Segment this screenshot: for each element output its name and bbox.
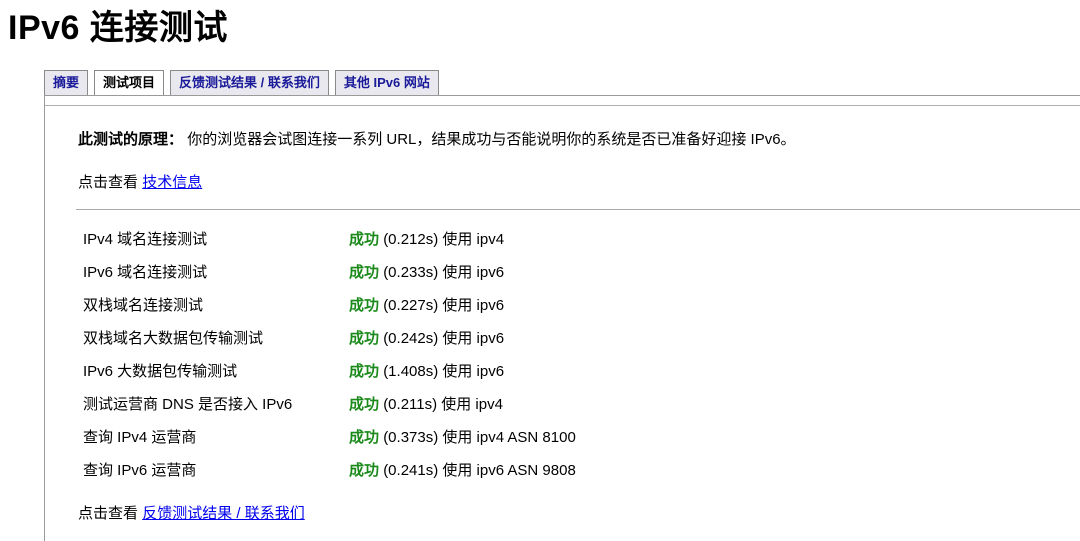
tab-summary[interactable]: 摘要: [44, 70, 89, 95]
test-name: IPv6 域名连接测试: [83, 264, 208, 281]
content-left-border: [44, 95, 45, 541]
status-success: 成功: [349, 429, 380, 446]
tab-divider-secondary: [44, 105, 1080, 106]
principle-text: 你的浏览器会试图连接一系列 URL，结果成功与否能说明你的系统是否已准备好迎接 …: [187, 131, 796, 148]
test-result: 成功 (0.373s) 使用 ipv4 ASN 8100: [349, 420, 576, 453]
table-row: 查询 IPv4 运营商 成功 (0.373s) 使用 ipv4 ASN 8100: [78, 420, 576, 453]
feedback-link[interactable]: 反馈测试结果 / 联系我们: [142, 505, 305, 522]
tab-test-items[interactable]: 测试项目: [94, 70, 165, 95]
test-name: 双栈域名连接测试: [83, 297, 204, 314]
tab-feedback[interactable]: 反馈测试结果 / 联系我们: [170, 70, 329, 95]
test-result: 成功 (1.408s) 使用 ipv6: [349, 354, 576, 387]
test-name: 双栈域名大数据包传输测试: [83, 330, 264, 347]
status-success: 成功: [349, 231, 380, 248]
page-title: IPv6 连接测试: [8, 9, 228, 47]
tech-info-line: 点击查看 技术信息: [78, 171, 202, 192]
principle-label: 此测试的原理：: [78, 131, 184, 148]
test-detail: (0.212s) 使用 ipv4: [383, 231, 505, 248]
feedback-prefix: 点击查看: [78, 505, 139, 522]
table-row: 双栈域名大数据包传输测试 成功 (0.242s) 使用 ipv6: [78, 321, 576, 354]
table-row: 查询 IPv6 运营商 成功 (0.241s) 使用 ipv6 ASN 9808: [78, 453, 576, 486]
status-success: 成功: [349, 264, 380, 281]
table-row: IPv4 域名连接测试 成功 (0.212s) 使用 ipv4: [78, 222, 576, 255]
test-detail: (0.241s) 使用 ipv6 ASN 9808: [383, 462, 576, 479]
status-success: 成功: [349, 363, 380, 380]
tech-info-prefix: 点击查看: [78, 174, 139, 191]
test-name: 查询 IPv4 运营商: [83, 429, 197, 446]
test-detail: (0.227s) 使用 ipv6: [383, 297, 505, 314]
status-success: 成功: [349, 396, 380, 413]
feedback-line: 点击查看 反馈测试结果 / 联系我们: [78, 502, 305, 523]
test-result: 成功 (0.233s) 使用 ipv6: [349, 255, 576, 288]
test-detail: (1.408s) 使用 ipv6: [383, 363, 505, 380]
test-result: 成功 (0.242s) 使用 ipv6: [349, 321, 576, 354]
test-name: IPv4 域名连接测试: [83, 231, 208, 248]
tab-bar: 摘要 测试项目 反馈测试结果 / 联系我们 其他 IPv6 网站: [44, 70, 439, 95]
test-detail: (0.233s) 使用 ipv6: [383, 264, 505, 281]
table-row: IPv6 域名连接测试 成功 (0.233s) 使用 ipv6: [78, 255, 576, 288]
table-row: IPv6 大数据包传输测试 成功 (1.408s) 使用 ipv6: [78, 354, 576, 387]
test-result: 成功 (0.212s) 使用 ipv4: [349, 222, 576, 255]
test-result: 成功 (0.241s) 使用 ipv6 ASN 9808: [349, 453, 576, 486]
test-name: IPv6 大数据包传输测试: [83, 363, 238, 380]
test-detail: (0.211s) 使用 ipv4: [383, 396, 503, 413]
test-name: 查询 IPv6 运营商: [83, 462, 197, 479]
test-name: 测试运营商 DNS 是否接入 IPv6: [83, 396, 293, 413]
test-detail: (0.242s) 使用 ipv6: [383, 330, 505, 347]
test-principle: 此测试的原理： 你的浏览器会试图连接一系列 URL，结果成功与否能说明你的系统是…: [78, 128, 796, 149]
status-success: 成功: [349, 462, 380, 479]
section-divider: [76, 209, 1080, 210]
table-row: 测试运营商 DNS 是否接入 IPv6 成功 (0.211s) 使用 ipv4: [78, 387, 576, 420]
tab-divider: [44, 95, 1080, 96]
test-result: 成功 (0.227s) 使用 ipv6: [349, 288, 576, 321]
status-success: 成功: [349, 297, 380, 314]
test-result: 成功 (0.211s) 使用 ipv4: [349, 387, 576, 420]
status-success: 成功: [349, 330, 380, 347]
tab-other-ipv6-sites[interactable]: 其他 IPv6 网站: [334, 70, 439, 95]
results-table: IPv4 域名连接测试 成功 (0.212s) 使用 ipv4 IPv6 域名连…: [78, 222, 576, 486]
test-detail: (0.373s) 使用 ipv4 ASN 8100: [383, 429, 576, 446]
table-row: 双栈域名连接测试 成功 (0.227s) 使用 ipv6: [78, 288, 576, 321]
tech-info-link[interactable]: 技术信息: [142, 174, 202, 191]
